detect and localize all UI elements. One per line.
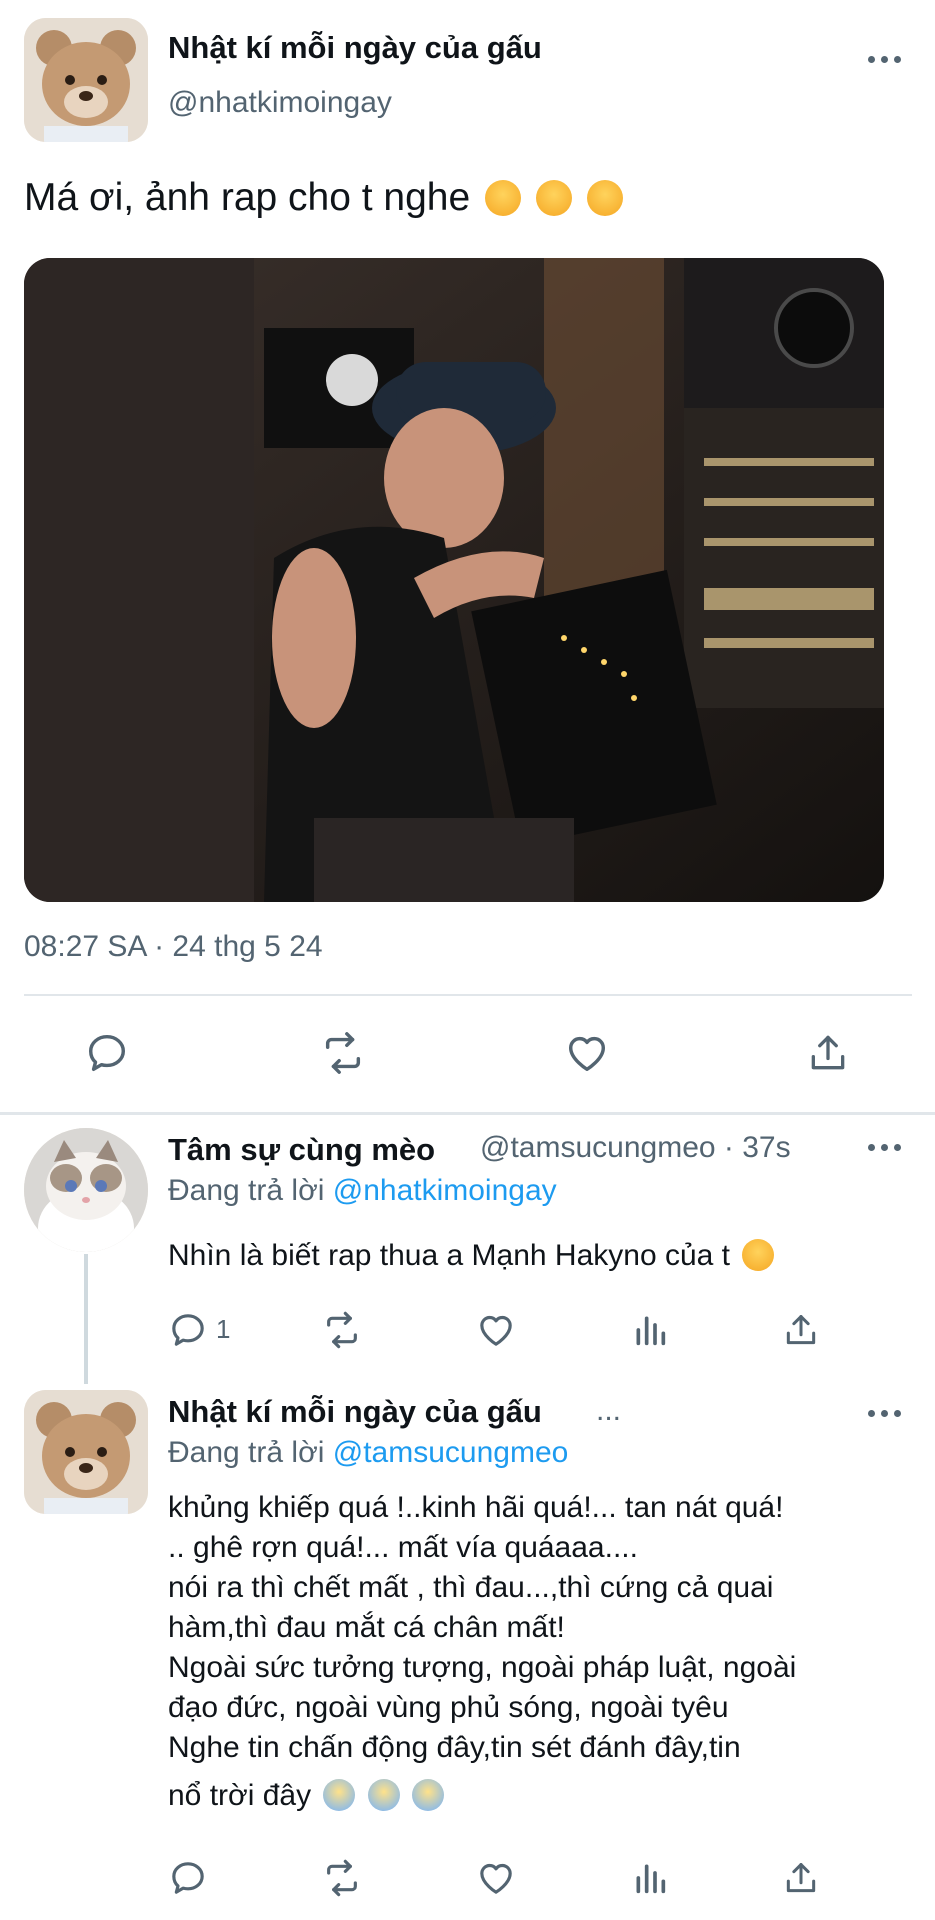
like-icon[interactable] bbox=[564, 1030, 610, 1076]
replying-to-link[interactable]: @tamsucungmeo bbox=[333, 1436, 569, 1469]
thread-line bbox=[84, 1254, 88, 1384]
divider bbox=[24, 994, 912, 996]
reply-text: Nhìn là biết rap thua a Mạnh Hakyno của … bbox=[168, 1236, 775, 1276]
replying-prefix: Đang trả lời bbox=[168, 1174, 325, 1207]
views-icon[interactable] bbox=[630, 1310, 670, 1350]
like-icon[interactable] bbox=[476, 1858, 516, 1898]
replying-to: Đang trả lời @nhatkimoingay bbox=[168, 1174, 557, 1208]
reply-icon[interactable] bbox=[168, 1310, 208, 1350]
disappointed-face-icon bbox=[535, 180, 572, 216]
reply-text: khủng khiếp quá !..kinh hãi quá!... tan … bbox=[168, 1488, 796, 1816]
reply-text-line: Nghe tin chấn động đây,tin sét đánh đây,… bbox=[168, 1731, 741, 1764]
avatar[interactable] bbox=[24, 18, 148, 142]
share-icon[interactable] bbox=[782, 1858, 820, 1898]
avatar[interactable] bbox=[24, 1128, 148, 1252]
reply-count: 1 bbox=[216, 1314, 231, 1344]
display-name[interactable]: Nhật kí mỗi ngày của gấu bbox=[168, 1394, 542, 1430]
user-handle-time[interactable]: @tamsucungmeo · 37s bbox=[480, 1131, 791, 1165]
reply-text-line: đạo đức, ngoài vùng phủ sóng, ngoài tyêu bbox=[168, 1691, 729, 1724]
replying-to-link[interactable]: @nhatkimoingay bbox=[333, 1174, 557, 1207]
name-ellipsis: ... bbox=[596, 1394, 622, 1427]
share-icon[interactable] bbox=[806, 1030, 850, 1076]
reply-text-content: Nhìn là biết rap thua a Mạnh Hakyno của … bbox=[168, 1239, 731, 1272]
reply-text-line: nói ra thì chết mất , thì đau...,thì cứn… bbox=[168, 1571, 774, 1604]
reply-text-line-last: nổ trời đây bbox=[168, 1776, 796, 1816]
views-icon[interactable] bbox=[630, 1858, 670, 1898]
reply-text-line: Ngoài sức tưởng tượng, ngoài pháp luật, … bbox=[168, 1651, 797, 1684]
smirking-face-icon bbox=[742, 1239, 775, 1271]
retweet-icon[interactable] bbox=[320, 1858, 364, 1898]
user-handle[interactable]: @nhatkimoingay bbox=[168, 86, 392, 120]
screaming-face-icon bbox=[367, 1779, 400, 1811]
retweet-icon[interactable] bbox=[318, 1030, 368, 1076]
reply-text-line: khủng khiếp quá !..kinh hãi quá!... tan … bbox=[168, 1491, 784, 1524]
reply-icon[interactable] bbox=[168, 1858, 208, 1898]
retweet-icon[interactable] bbox=[320, 1310, 364, 1350]
reply-text-line: nổ trời đây bbox=[168, 1779, 312, 1812]
reply-text-line: hàm,thì đau mắt cá chân mất! bbox=[168, 1611, 565, 1644]
disappointed-face-icon bbox=[485, 180, 522, 216]
display-name[interactable]: Tâm sự cùng mèo bbox=[168, 1132, 435, 1168]
tweet-text: Má ơi, ảnh rap cho t nghe bbox=[24, 174, 623, 222]
more-options-icon[interactable] bbox=[868, 56, 901, 63]
reply-text-line: .. ghê rợn quá!... mất vía quáaaa.... bbox=[168, 1531, 638, 1564]
tweet-photo[interactable] bbox=[24, 258, 884, 902]
more-options-icon[interactable] bbox=[868, 1144, 901, 1151]
tweet-text-content: Má ơi, ảnh rap cho t nghe bbox=[24, 176, 471, 219]
tweet-timestamp[interactable]: 08:27 SA · 24 thg 5 24 bbox=[24, 930, 323, 964]
replying-to: Đang trả lời @tamsucungmeo bbox=[168, 1436, 568, 1470]
avatar[interactable] bbox=[24, 1390, 148, 1514]
like-icon[interactable] bbox=[476, 1310, 516, 1350]
divider bbox=[0, 1112, 935, 1115]
reply-icon[interactable] bbox=[84, 1030, 130, 1076]
display-name[interactable]: Nhật kí mỗi ngày của gấu bbox=[168, 30, 542, 66]
disappointed-face-icon bbox=[586, 180, 623, 216]
more-options-icon[interactable] bbox=[868, 1410, 901, 1417]
replying-prefix: Đang trả lời bbox=[168, 1436, 325, 1469]
screaming-face-icon bbox=[323, 1779, 356, 1811]
screaming-face-icon bbox=[412, 1779, 445, 1811]
share-icon[interactable] bbox=[782, 1310, 820, 1350]
